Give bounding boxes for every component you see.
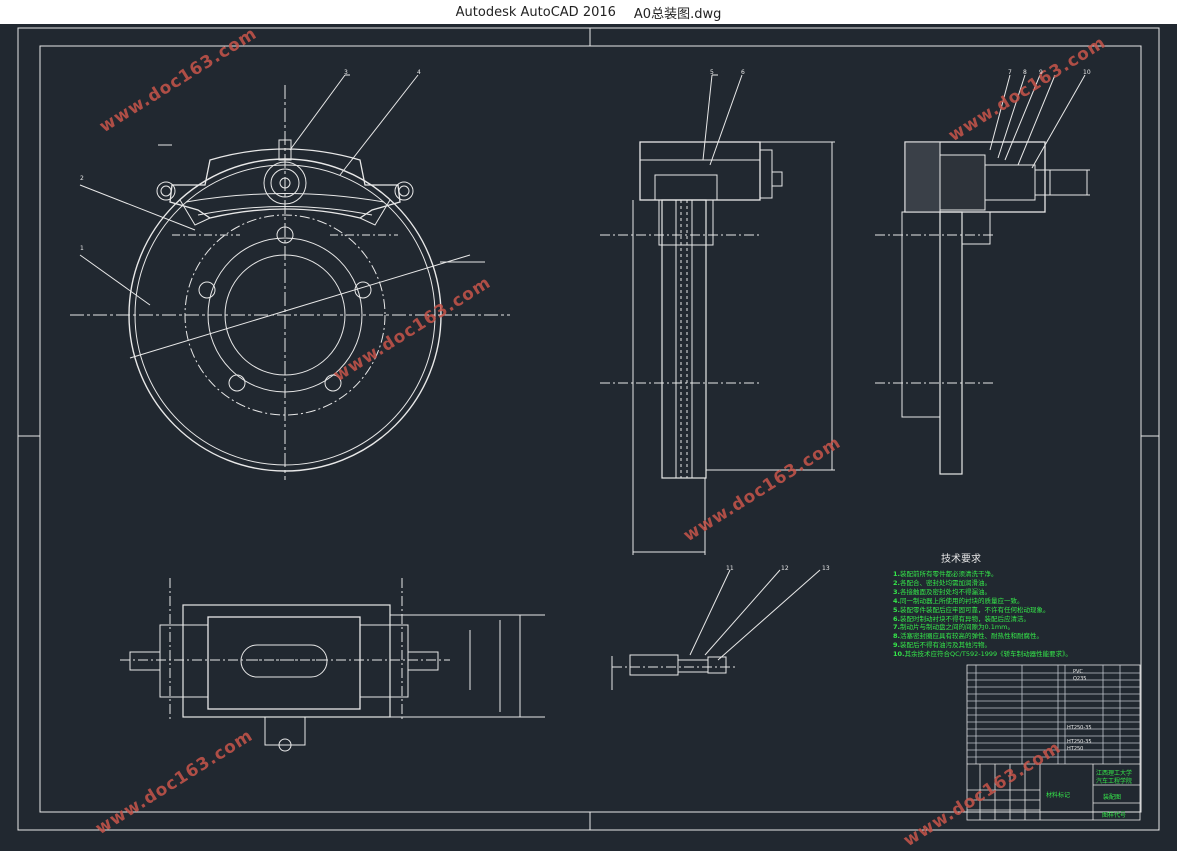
part-number: 11 [726,565,734,572]
list-item: 4.同一制动器上所使用的衬块的质量应一致。 [893,596,1024,605]
title-block-field: 图样代号 [1102,812,1127,819]
side-view [600,74,835,555]
list-item: 8.活塞密封圈应具有较高的弹性、耐热性和耐腐性。 [893,632,1043,641]
piston-detail [611,569,821,690]
list-item: 3.各接触面及密封处均不得漏油。 [893,587,991,596]
section-view [875,74,1090,475]
list-item: 9.装配后不得有油污及其他污物。 [893,641,991,650]
front-view [70,74,510,480]
part-number: 3 [344,69,348,76]
material-label: HT250 [1067,746,1084,752]
part-number: 5 [710,69,714,76]
part-number: 12 [781,565,789,572]
part-number: 13 [822,565,830,572]
drawing-canvas[interactable]: www.doc163.com www.doc163.com www.doc163… [0,24,1177,851]
material-label: HT250-35 [1067,739,1092,745]
college-name: 汽车工程学院 [1096,778,1133,785]
part-number: 8 [1023,69,1027,76]
part-number: 1 [80,245,84,252]
list-item: 7.制动片与制动盘之间的间隙为0.1mm。 [893,623,1015,632]
sheet-border [17,27,1160,831]
part-number: 9 [1039,69,1043,76]
part-number: 4 [417,69,421,76]
file-name: A0总装图.dwg [633,6,722,22]
app-name: Autodesk AutoCAD 2016 [455,4,616,20]
material-label: Q235 [1073,676,1087,682]
part-number: 10 [1083,69,1091,76]
material-label: HT250-35 [1067,725,1092,731]
part-number: 7 [1008,69,1012,76]
tech-requirements-title: 技术要求 [941,554,981,565]
tech-requirements-list: 1.装配前所有零件都必须清洗干净。 2.各配合、密封处均需加润滑油。 3.各接触… [893,570,1153,659]
list-item: 1.装配前所有零件都必须清洗干净。 [893,570,998,578]
list-item: 5.装配零件装配后应牢固可靠，不许有任何松动现象。 [893,605,1050,614]
window-title-bar: Autodesk AutoCAD 2016 A0总装图.dwg [0,0,1177,24]
list-item: 10.其余技术应符合QC/T592-1999《轿车制动器性能要求》。 [893,650,1072,659]
title-block-field: 装配图 [1103,794,1122,801]
list-item: 2.各配合、密封处均需加润滑油。 [893,578,991,587]
cad-drawing [17,27,1160,831]
top-view [120,578,545,752]
title-block-field: 材料标记 [1046,792,1071,799]
part-number: 2 [80,175,84,182]
part-number: 6 [741,69,745,76]
material-label: PVC [1073,669,1083,675]
